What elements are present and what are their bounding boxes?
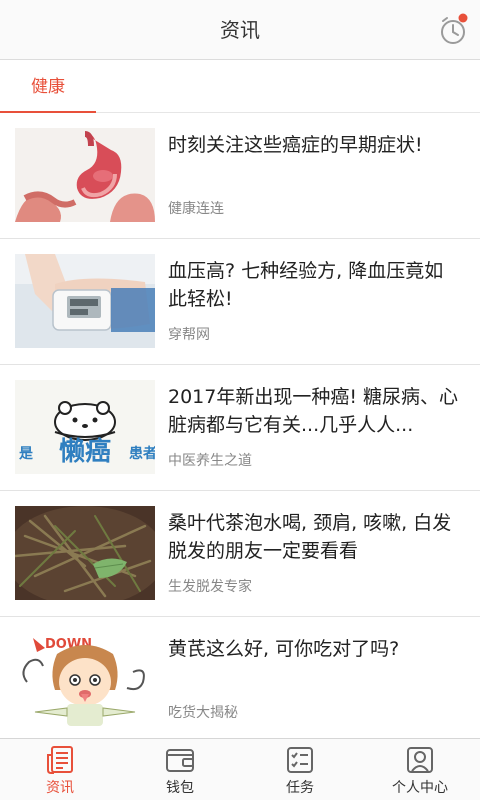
article-source: 穿帮网 <box>168 327 210 343</box>
top-bar: 资讯 <box>0 0 480 60</box>
alarm-clock-icon[interactable] <box>438 13 470 47</box>
article-headline: 时刻关注这些癌症的早期症状! <box>168 134 423 156</box>
nav-profile[interactable]: 个人中心 <box>360 739 480 800</box>
tab-health[interactable]: 健康 <box>0 61 96 114</box>
article-headline: 桑叶代茶泡水喝, 颈肩, 咳嗽, 白发脱发的朋友一定要看看 <box>168 512 452 562</box>
nav-tasks-label: 任务 <box>286 780 314 796</box>
svg-text:患者: 患者 <box>129 445 155 462</box>
list-item[interactable]: 时刻关注这些癌症的早期症状! 健康连连 <box>0 113 480 239</box>
article-thumbnail <box>15 506 155 600</box>
nav-wallet[interactable]: 钱包 <box>120 739 240 800</box>
article-source: 生发脱发专家 <box>168 579 252 595</box>
article-list: 时刻关注这些癌症的早期症状! 健康连连 血压高? 七种经验方, 降血压竟如此轻松… <box>0 113 480 738</box>
article-headline: 2017年新出现一种癌! 糖尿病、心脏病都与它有关...几乎人人... <box>168 386 458 436</box>
bottom-navigation: 资讯 钱包 任务 个人中心 <box>0 738 480 800</box>
task-icon <box>285 745 315 775</box>
list-item[interactable]: 桑叶代茶泡水喝, 颈肩, 咳嗽, 白发脱发的朋友一定要看看 生发脱发专家 <box>0 491 480 617</box>
news-icon <box>45 745 75 775</box>
article-thumbnail <box>15 128 155 222</box>
article-source: 健康连连 <box>168 201 224 217</box>
nav-wallet-label: 钱包 <box>166 780 194 796</box>
category-tabs: 健康 <box>0 61 480 114</box>
wallet-icon <box>165 745 195 775</box>
nav-news-label: 资讯 <box>46 780 74 796</box>
article-headline: 血压高? 七种经验方, 降血压竟如此轻松! <box>168 260 444 310</box>
article-headline: 黄芪这么好, 可你吃对了吗? <box>168 638 400 660</box>
list-item[interactable]: DOWN 黄芪这么好, 可你吃对了吗? 吃货大揭秘 <box>0 617 480 738</box>
article-thumbnail <box>15 254 155 348</box>
svg-text:是: 是 <box>19 446 34 462</box>
article-source: 中医养生之道 <box>168 453 252 469</box>
article-thumbnail: 懒癌 是 患者 <box>15 380 155 474</box>
nav-tasks[interactable]: 任务 <box>240 739 360 800</box>
nav-profile-label: 个人中心 <box>392 780 448 796</box>
nav-news[interactable]: 资讯 <box>0 739 120 800</box>
page-title: 资讯 <box>220 18 260 42</box>
article-source: 吃货大揭秘 <box>168 705 238 721</box>
svg-text:懒癌: 懒癌 <box>59 436 111 467</box>
list-item[interactable]: 血压高? 七种经验方, 降血压竟如此轻松! 穿帮网 <box>0 239 480 365</box>
notification-dot <box>458 13 468 23</box>
list-item[interactable]: 懒癌 是 患者 2017年新出现一种癌! 糖尿病、心脏病都与它有关...几乎人人… <box>0 365 480 491</box>
tab-health-label: 健康 <box>31 77 65 97</box>
article-thumbnail: DOWN <box>15 632 155 726</box>
profile-icon <box>405 745 435 775</box>
